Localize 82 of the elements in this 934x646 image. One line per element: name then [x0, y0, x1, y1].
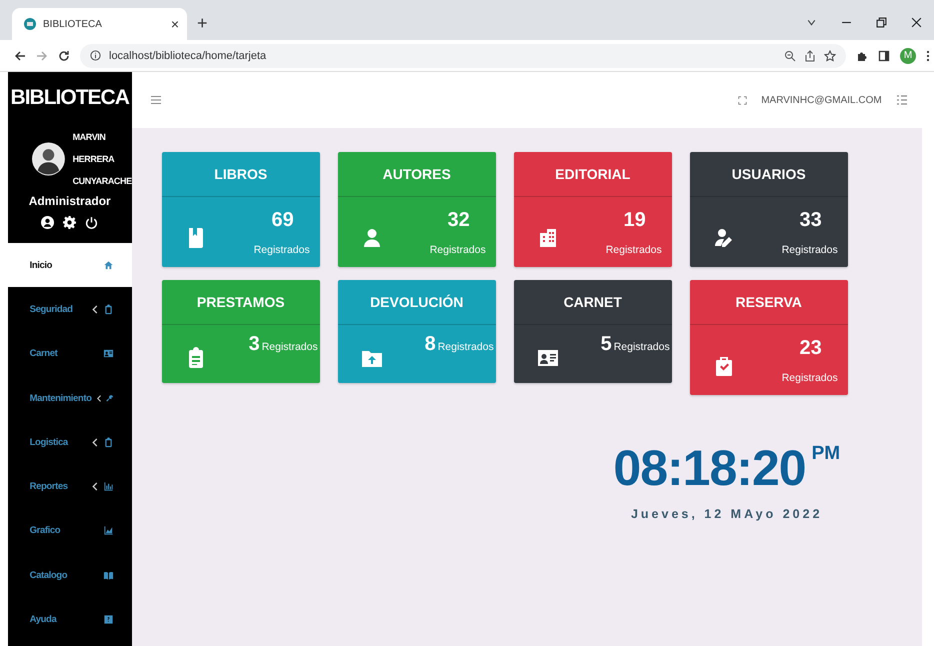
stat-card[interactable]: PRESTAMOS 3 Registrados [162, 280, 320, 383]
power-icon[interactable] [85, 216, 98, 229]
card-title: LIBROS [162, 152, 320, 197]
restore-icon[interactable] [876, 17, 887, 28]
id-card-icon [102, 348, 114, 360]
card-count: 33 [799, 208, 822, 232]
card-caption: Registrados [782, 244, 838, 256]
sidebar-item[interactable]: Catalogo [8, 553, 132, 598]
wrench-icon [106, 392, 114, 404]
card-count: 23 [799, 336, 822, 360]
stat-card[interactable]: USUARIOS 33 Registrados [690, 152, 848, 267]
card-count: 8 [424, 333, 436, 356]
card-title: USUARIOS [690, 152, 848, 197]
zoom-icon[interactable] [784, 50, 796, 62]
card-caption: Registrados [254, 244, 310, 256]
sidebar-item[interactable]: Carnet [8, 332, 132, 376]
user-name: MARVIN HERRERA CUNYARACHE [72, 131, 132, 188]
card-count: 3 [248, 333, 260, 356]
clock-date: Jueves, 12 MAyo 2022 [630, 507, 823, 521]
card-caption: Registrados [430, 244, 486, 256]
address-field[interactable]: localhost/biblioteca/home/tarjeta [80, 44, 846, 68]
profile-avatar[interactable]: M [900, 48, 916, 64]
card-title: PRESTAMOS [162, 280, 320, 325]
menu-icon[interactable] [150, 94, 162, 106]
close-icon[interactable] [911, 17, 922, 28]
sidebar-item[interactable]: Inicio [8, 243, 132, 288]
sidebar-item[interactable]: Grafico [8, 508, 132, 554]
clipboard-icon [102, 436, 114, 448]
profile-icon[interactable] [41, 216, 54, 229]
settings-icon[interactable] [63, 216, 76, 229]
open-book-icon [102, 570, 114, 581]
card-title: RESERVA [690, 280, 848, 325]
card-count: 69 [271, 208, 294, 232]
reload-icon[interactable] [58, 50, 70, 62]
new-tab-button[interactable]: + [197, 13, 208, 34]
list-icon[interactable] [896, 94, 908, 106]
card-caption: Registrados [614, 341, 670, 353]
sidebar-item[interactable]: Mantenimiento [8, 376, 132, 420]
card-title: CARNET [514, 280, 672, 325]
more-icon[interactable] [926, 50, 930, 62]
stat-card[interactable]: DEVOLUCIÓN 8 Registrados [338, 280, 496, 383]
user-role: Administrador [28, 194, 112, 208]
card-title: DEVOLUCIÓN [338, 280, 496, 325]
bar-chart-icon [102, 481, 114, 492]
share-icon[interactable] [804, 50, 816, 62]
card-count: 19 [623, 208, 646, 232]
puzzle-icon[interactable] [856, 50, 868, 62]
card-title: EDITORIAL [514, 152, 672, 197]
stat-card[interactable]: EDITORIAL 19 Registrados [514, 152, 672, 267]
stat-card[interactable]: LIBROS 69 Registrados [162, 152, 320, 267]
tab-close[interactable]: × [170, 16, 179, 32]
clock-time: 08:18:20 [613, 439, 806, 497]
user-email[interactable]: MARVINHC@GMAIL.COM [761, 94, 882, 106]
back-arrow-icon[interactable] [14, 50, 26, 62]
stat-card[interactable]: CARNET 5 Registrados [514, 280, 672, 383]
brand-title: BIBLIOTECA [10, 85, 130, 111]
stat-card[interactable]: RESERVA 23 Registrados [690, 280, 848, 395]
home-icon [102, 260, 114, 271]
tab-title: BIBLIOTECA [43, 18, 103, 30]
card-title: AUTORES [338, 152, 496, 197]
sidebar-item[interactable]: Logistica [8, 420, 132, 464]
clock-meridiem: PM [812, 443, 840, 465]
browser-tab[interactable]: BIBLIOTECA × [12, 8, 187, 40]
fullscreen-icon[interactable] [738, 96, 748, 104]
info-icon [90, 50, 101, 61]
card-caption: Registrados [606, 244, 662, 256]
sidebar-item[interactable]: Ayuda [8, 597, 132, 642]
card-caption: Registrados [262, 341, 318, 353]
question-icon [102, 614, 114, 626]
area-chart-icon [102, 525, 114, 536]
card-count: 5 [600, 333, 612, 356]
sidebar-item[interactable]: Reportes [8, 464, 132, 509]
sidebar-item[interactable]: Seguridad [8, 287, 132, 332]
star-icon[interactable] [824, 50, 836, 62]
chevron-down-icon[interactable] [806, 17, 817, 28]
card-caption: Registrados [438, 341, 494, 353]
card-caption: Registrados [782, 372, 838, 384]
card-count: 32 [447, 208, 470, 232]
clipboard-icon [102, 304, 114, 315]
sidebar-toggle-icon[interactable] [878, 50, 890, 62]
favicon-icon [24, 18, 36, 30]
stat-card[interactable]: AUTORES 32 Registrados [338, 152, 496, 267]
